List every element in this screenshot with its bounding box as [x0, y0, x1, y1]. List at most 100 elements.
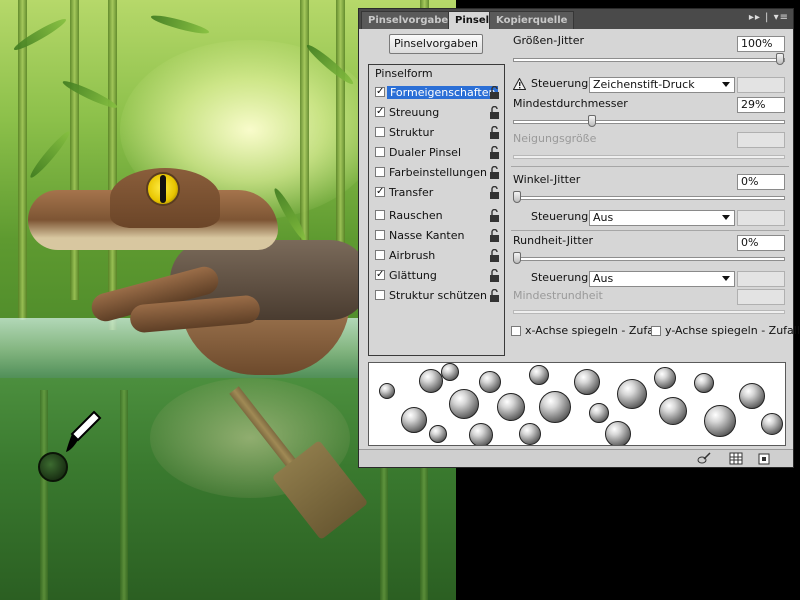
- size-jitter-input[interactable]: 100%: [737, 36, 785, 52]
- option-scattering[interactable]: ✓ Streuung: [369, 104, 504, 122]
- option-label: Glättung: [389, 269, 437, 282]
- roundness-jitter-label: Rundheit-Jitter: [513, 234, 593, 247]
- scattering-checkbox[interactable]: ✓: [375, 107, 385, 117]
- angle-jitter-slider[interactable]: [513, 191, 785, 203]
- lock-icon[interactable]: [489, 269, 500, 282]
- option-texture[interactable]: Struktur: [369, 124, 504, 142]
- color-dynamics-checkbox[interactable]: [375, 167, 385, 177]
- tilt-scale-slider: [513, 155, 785, 159]
- lock-icon[interactable]: [489, 106, 500, 119]
- lock-icon[interactable]: [489, 229, 500, 242]
- min-roundness-label: Mindestrundheit: [513, 289, 603, 302]
- bubble: [479, 371, 501, 393]
- panel-menu-icon[interactable]: ▸▸ | ▾≡: [749, 12, 789, 23]
- size-control-select[interactable]: Zeichenstift-Druck: [589, 77, 735, 93]
- lock-icon[interactable]: [489, 126, 500, 139]
- bubble: [739, 383, 765, 409]
- size-jitter-thumb[interactable]: [776, 53, 784, 65]
- lock-icon[interactable]: [489, 186, 500, 199]
- roundness-control-select[interactable]: Aus: [589, 271, 735, 287]
- lock-icon[interactable]: [489, 249, 500, 262]
- transfer-checkbox[interactable]: ✓: [375, 187, 385, 197]
- min-diameter-slider[interactable]: [513, 115, 785, 127]
- dual-brush-checkbox[interactable]: [375, 147, 385, 157]
- option-noise[interactable]: Rauschen: [369, 207, 504, 225]
- noise-checkbox[interactable]: [375, 210, 385, 220]
- option-color-dynamics[interactable]: Farbeinstellungen: [369, 164, 504, 182]
- roundness-jitter-slider[interactable]: [513, 252, 785, 264]
- min-roundness-input: [737, 289, 785, 305]
- brush-tip-shape-item[interactable]: Pinselform: [375, 67, 433, 80]
- wet-edges-checkbox[interactable]: [375, 230, 385, 240]
- lock-icon[interactable]: [489, 209, 500, 222]
- roundness-jitter-input[interactable]: 0%: [737, 235, 785, 251]
- angle-jitter-thumb[interactable]: [513, 191, 521, 203]
- divider: [511, 230, 789, 231]
- flip-y-checkbox[interactable]: [651, 326, 661, 336]
- option-smoothing[interactable]: ✓ Glättung: [369, 267, 504, 285]
- bubble: [704, 405, 736, 437]
- min-diameter-input[interactable]: 29%: [737, 97, 785, 113]
- bubble: [617, 379, 647, 409]
- lock-icon[interactable]: [489, 146, 500, 159]
- tab-clone-source[interactable]: Kopierquelle: [489, 11, 575, 29]
- option-label: Airbrush: [389, 249, 436, 262]
- bamboo-leaf: [27, 128, 73, 181]
- warning-icon: [513, 78, 526, 90]
- flip-y-label[interactable]: y-Achse spiegeln - Zufall: [665, 324, 800, 337]
- angle-fade-input: [737, 210, 785, 226]
- lock-icon[interactable]: [489, 86, 500, 99]
- angle-jitter-input[interactable]: 0%: [737, 174, 785, 190]
- bubble: [469, 423, 493, 445]
- airbrush-checkbox[interactable]: [375, 250, 385, 260]
- control-label: Steuerung:: [531, 271, 592, 284]
- divider: [511, 166, 789, 167]
- flip-x-label[interactable]: x-Achse spiegeln - Zufall: [525, 324, 660, 337]
- brush-cursor: [38, 452, 68, 482]
- roundness-jitter-thumb[interactable]: [513, 252, 521, 264]
- bubble: [497, 393, 525, 421]
- new-preset-icon[interactable]: [757, 452, 771, 465]
- bubble: [519, 423, 541, 445]
- option-label: Nasse Kanten: [389, 229, 465, 242]
- angle-jitter-label: Winkel-Jitter: [513, 173, 581, 186]
- option-shape-dynamics[interactable]: ✓ Formeigenschaften: [369, 84, 504, 102]
- bubble: [441, 363, 459, 381]
- brush-panel: Pinselvorgaben Pinsel Kopierquelle ▸▸ | …: [358, 8, 800, 468]
- brush-toggle-icon[interactable]: [697, 452, 711, 465]
- shape-dynamics-checkbox[interactable]: ✓: [375, 87, 385, 97]
- option-transfer[interactable]: ✓ Transfer: [369, 184, 504, 202]
- option-protect-texture[interactable]: Struktur schützen: [369, 287, 504, 305]
- texture-checkbox[interactable]: [375, 127, 385, 137]
- option-airbrush[interactable]: Airbrush: [369, 247, 504, 265]
- bubble: [589, 403, 609, 423]
- option-label: Farbeinstellungen: [389, 166, 487, 179]
- bubble: [379, 383, 395, 399]
- lock-icon[interactable]: [489, 289, 500, 302]
- bamboo-stalk: [70, 0, 79, 300]
- min-diameter-thumb[interactable]: [588, 115, 597, 127]
- angle-control-value: Aus: [593, 211, 614, 224]
- flip-x-checkbox[interactable]: [511, 326, 521, 336]
- bubble: [419, 369, 443, 393]
- option-wet-edges[interactable]: Nasse Kanten: [369, 227, 504, 245]
- chevron-down-icon: [722, 82, 730, 87]
- min-diameter-label: Mindestdurchmesser: [513, 97, 628, 110]
- protect-texture-checkbox[interactable]: [375, 290, 385, 300]
- bubble: [449, 389, 479, 419]
- option-label: Rauschen: [389, 209, 443, 222]
- option-dual-brush[interactable]: Dualer Pinsel: [369, 144, 504, 162]
- control-label: Steuerung:: [531, 210, 592, 223]
- smoothing-checkbox[interactable]: ✓: [375, 270, 385, 280]
- angle-control-select[interactable]: Aus: [589, 210, 735, 226]
- brush-icon: [66, 410, 102, 452]
- bubble: [659, 397, 687, 425]
- panel-tabbar: Pinselvorgaben Pinsel Kopierquelle ▸▸ | …: [359, 9, 793, 29]
- brush-presets-button[interactable]: Pinselvorgaben: [389, 34, 483, 54]
- bamboo-leaf: [149, 12, 211, 37]
- bubble: [401, 407, 427, 433]
- lock-icon[interactable]: [489, 166, 500, 179]
- grid-icon[interactable]: [729, 452, 743, 465]
- roundness-fade-input: [737, 271, 785, 287]
- size-jitter-slider[interactable]: [513, 53, 785, 65]
